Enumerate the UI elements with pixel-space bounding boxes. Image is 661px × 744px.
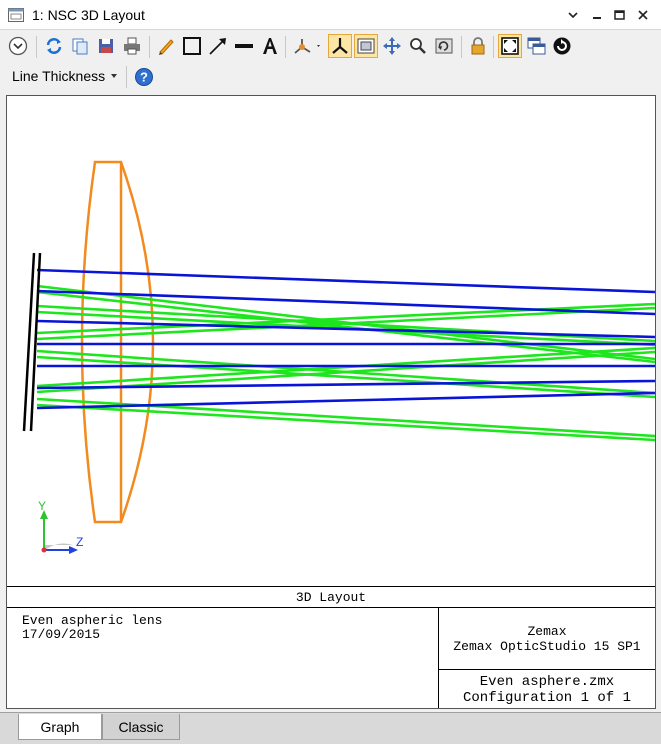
line-thickness-caret-icon[interactable] xyxy=(111,74,117,78)
rotate-view-dropdown-button[interactable] xyxy=(290,34,324,58)
help-icon: ? xyxy=(135,68,153,86)
plot-info-file: Even asphere.zmx Configuration 1 of 1 xyxy=(439,674,655,706)
window-titlebar: 1: NSC 3D Layout xyxy=(0,0,661,30)
print-button[interactable] xyxy=(120,34,144,58)
pencil-icon xyxy=(159,39,174,55)
draw-text-button[interactable] xyxy=(258,34,282,58)
axis-y-label: Y xyxy=(38,499,46,513)
lock-button[interactable] xyxy=(466,34,490,58)
toolbar-secondary: Line Thickness ? xyxy=(0,62,661,92)
auto-update-button[interactable] xyxy=(550,34,574,58)
configuration: Configuration 1 of 1 xyxy=(462,690,632,706)
draw-line-button[interactable] xyxy=(232,34,256,58)
toolbar-separator xyxy=(461,36,462,58)
rectangle-icon xyxy=(183,37,201,55)
draw-pencil-button[interactable] xyxy=(154,34,178,58)
green-ray xyxy=(36,403,655,442)
minimize-button[interactable] xyxy=(586,4,608,26)
power-refresh-icon xyxy=(553,37,571,55)
fit-view-button[interactable] xyxy=(354,34,378,58)
toolbar-separator xyxy=(493,36,494,58)
magnifier-icon xyxy=(410,38,426,54)
window-menu-chevron-icon[interactable] xyxy=(562,4,584,26)
nsc-3d-layout-plot[interactable]: Y Z xyxy=(7,96,655,586)
arrow-icon xyxy=(209,38,226,55)
settings-expand-button[interactable] xyxy=(6,34,30,58)
line-thickness-dropdown[interactable]: Line Thickness xyxy=(12,68,105,84)
refresh-button[interactable] xyxy=(42,34,66,58)
windows-icon xyxy=(527,37,546,55)
draw-rectangle-button[interactable] xyxy=(180,34,204,58)
window-title: 1: NSC 3D Layout xyxy=(32,7,145,23)
copy-button[interactable] xyxy=(68,34,92,58)
plot-date: 17/09/2015 xyxy=(22,627,101,642)
copy-icon xyxy=(72,38,88,55)
plot-info-left: Even aspheric lens 17/09/2015 xyxy=(22,614,162,642)
save-icon xyxy=(99,39,113,53)
toolbar-separator xyxy=(36,36,37,58)
toolbar-separator xyxy=(285,36,286,58)
lens-description: Even aspheric lens xyxy=(22,613,163,628)
axes-gizmo: Y Z xyxy=(38,499,83,554)
pan-arrows-icon xyxy=(383,37,401,55)
close-button[interactable] xyxy=(632,4,654,26)
plot-info-company: Zemax Zemax OpticStudio 15 SP1 xyxy=(439,624,655,654)
company-name: Zemax xyxy=(527,624,567,639)
tab-bar: Graph Classic xyxy=(0,712,661,744)
lock-icon xyxy=(471,37,485,55)
reset-view-button[interactable] xyxy=(432,34,456,58)
axes-icon xyxy=(332,38,348,54)
fit-view-icon xyxy=(357,38,375,54)
full-screen-button[interactable] xyxy=(498,34,522,58)
text-icon xyxy=(263,38,277,54)
refresh-icon xyxy=(46,38,62,54)
toolbar-separator xyxy=(126,66,127,88)
svg-text:?: ? xyxy=(140,70,148,85)
green-ray xyxy=(36,355,655,399)
help-button[interactable]: ? xyxy=(132,65,156,89)
info-divider xyxy=(438,669,655,670)
product-name: Zemax OpticStudio 15 SP1 xyxy=(453,639,641,654)
window-app-icon xyxy=(8,8,24,22)
axes-view-button[interactable] xyxy=(328,34,352,58)
window-layout-button[interactable] xyxy=(524,34,548,58)
save-button[interactable] xyxy=(94,34,118,58)
print-icon xyxy=(124,37,140,55)
fullscreen-icon xyxy=(501,37,519,55)
maximize-button[interactable] xyxy=(608,4,630,26)
plot-title-row: 3D Layout xyxy=(7,586,655,608)
blue-ray xyxy=(36,391,655,410)
toolbar-main xyxy=(0,30,661,62)
reset-view-icon xyxy=(435,38,453,54)
layout-panel: Y Z 3D Layout Even aspheric lens 17/09/2… xyxy=(6,95,656,709)
blue-ray xyxy=(36,268,655,294)
toolbar-separator xyxy=(149,36,150,58)
tab-graph[interactable]: Graph xyxy=(18,714,102,740)
circle-chevron-down-icon xyxy=(8,36,28,56)
line-icon xyxy=(235,44,253,48)
tab-classic[interactable]: Classic xyxy=(102,714,180,740)
pan-button[interactable] xyxy=(380,34,404,58)
zoom-button[interactable] xyxy=(406,34,430,58)
lens-outline xyxy=(80,160,155,524)
rotate-axes-icon xyxy=(294,39,320,54)
lens xyxy=(80,160,155,524)
file-name: Even asphere.zmx xyxy=(479,674,615,690)
green-rays xyxy=(36,284,655,442)
draw-arrow-button[interactable] xyxy=(206,34,230,58)
axis-z-label: Z xyxy=(76,535,83,549)
